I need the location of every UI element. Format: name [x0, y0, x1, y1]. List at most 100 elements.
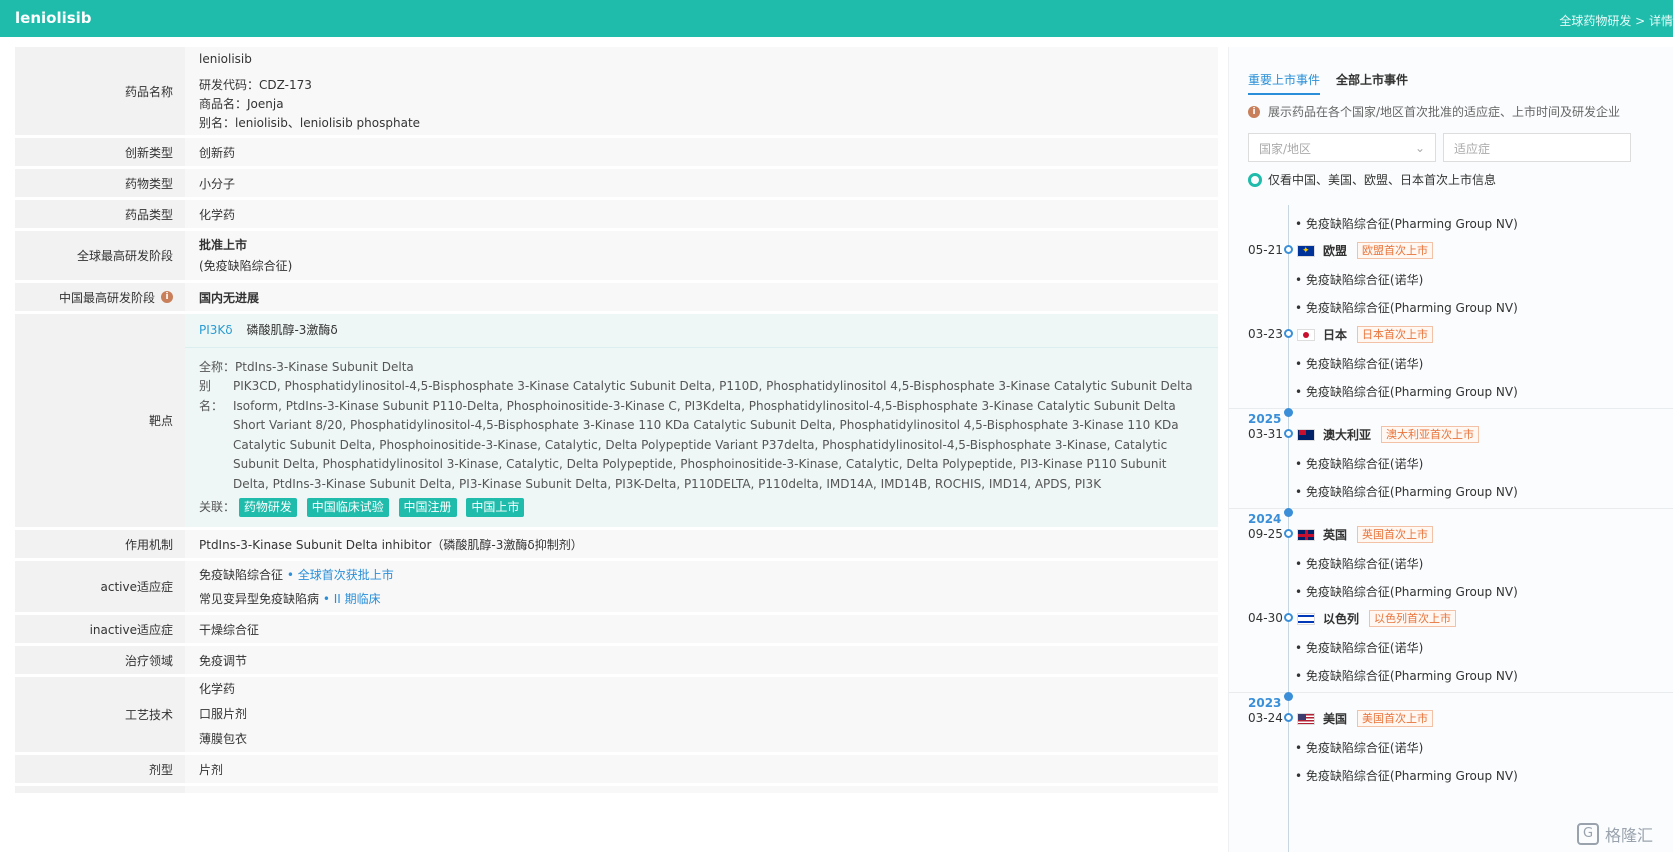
- event-company: • 免疫缺陷综合征(Pharming Group NV): [1295, 769, 1518, 783]
- year-label: 2025: [1248, 412, 1282, 426]
- major-markets-toggle[interactable]: 仅看中国、美国、欧盟、日本首次上市信息: [1248, 171, 1496, 188]
- event-date: 03-24: [1248, 711, 1283, 725]
- event-dot: [1284, 713, 1293, 722]
- top-bar: leniolisib 全球药物研发 > 详情: [0, 0, 1673, 37]
- year-divider: [1229, 692, 1673, 693]
- info-icon[interactable]: i: [161, 291, 173, 303]
- event-company: • 免疫缺陷综合征(Pharming Group NV): [1295, 585, 1518, 599]
- year-divider: [1229, 508, 1673, 509]
- first-launch-badge: 欧盟首次上市: [1357, 242, 1434, 259]
- indication-input[interactable]: 适应症: [1443, 133, 1631, 162]
- event-dot: [1284, 329, 1293, 338]
- tab-key-events[interactable]: 重要上市事件: [1248, 71, 1321, 95]
- target-link[interactable]: PI3Kδ: [199, 323, 233, 337]
- row-mechanism: 作用机制 PtdIns-3-Kinase Subunit Delta inhib…: [15, 530, 1218, 561]
- label: 剂型: [15, 755, 185, 785]
- launch-events-panel: 重要上市事件 全部上市事件 i 展示药品在各个国家/地区首次批准的适应症、上市时…: [1228, 47, 1673, 852]
- year-dot: [1284, 508, 1293, 517]
- row-therapy-area: 治疗领域 免疫调节: [15, 646, 1218, 677]
- watermark: G 格隆汇: [1576, 822, 1653, 846]
- launch-timeline: • 免疫缺陷综合征(Pharming Group NV) 05-21 ✦ 欧盟 …: [1229, 205, 1673, 852]
- event-country-il: 以色列 以色列首次上市: [1297, 610, 1457, 627]
- label: active适应症: [15, 561, 185, 614]
- year-dot: [1284, 692, 1293, 701]
- year-label: 2023: [1248, 696, 1282, 710]
- row-target: 靶点 PI3Kδ 磷酸肌醇-3激酶δ 全称：PtdIns-3-Kinase Su…: [15, 314, 1218, 530]
- first-launch-badge: 以色列首次上市: [1369, 610, 1457, 627]
- first-launch-badge: 日本首次上市: [1357, 326, 1434, 343]
- country-name: 日本: [1323, 328, 1348, 342]
- target-alias: PIK3CD, Phosphatidylinositol-4,5-Bisphos…: [233, 379, 1193, 491]
- event-company: • 免疫缺陷综合征(诺华): [1295, 457, 1424, 471]
- event-tabs: 重要上市事件 全部上市事件: [1248, 71, 1408, 95]
- row-china-phase: 中国最高研发阶段 i 国内无进展: [15, 283, 1218, 314]
- event-company: • 免疫缺陷综合征(Pharming Group NV): [1295, 669, 1518, 683]
- row-drug-name: 药品名称 leniolisib 研发代码：CDZ-173 商品名：Joenja …: [15, 47, 1218, 138]
- event-company: • 免疫缺陷综合征(诺华): [1295, 641, 1424, 655]
- phase-indication: (免疫缺陷综合征): [199, 258, 293, 273]
- radio-icon: [1248, 172, 1262, 187]
- event-date: 03-23: [1248, 327, 1283, 341]
- event-date: 04-30: [1248, 611, 1283, 625]
- label: 中国最高研发阶段 i: [15, 283, 185, 313]
- page-title: leniolisib: [15, 9, 92, 27]
- indication-status-link[interactable]: • 全球首次获批上市: [287, 568, 394, 582]
- chevron-down-icon: ⌄: [1414, 141, 1425, 155]
- target-fullname: 全称：PtdIns-3-Kinase Subunit Delta: [199, 360, 414, 374]
- row-drug-type: 药物类型 小分子: [15, 169, 1218, 200]
- phase-value: 批准上市: [199, 237, 248, 252]
- event-dot: [1284, 429, 1293, 438]
- australia-flag-icon: [1297, 428, 1315, 441]
- label: 药物类型: [15, 169, 185, 199]
- country-select[interactable]: 国家/地区 ⌄: [1248, 133, 1436, 162]
- event-country-uk: 英国 英国首次上市: [1297, 526, 1434, 543]
- row-dosage-form: 剂型 片剂: [15, 755, 1218, 786]
- drug-detail-table: 药品名称 leniolisib 研发代码：CDZ-173 商品名：Joenja …: [15, 47, 1218, 796]
- label: inactive适应症: [15, 615, 185, 645]
- uk-flag-icon: [1297, 528, 1315, 541]
- value: 化学药: [199, 682, 236, 696]
- breadcrumb[interactable]: 全球药物研发 > 详情: [1559, 12, 1673, 29]
- value: PtdIns-3-Kinase Subunit Delta inhibitor（…: [185, 530, 1218, 560]
- related-key: 关联：: [199, 500, 236, 514]
- event-date: 09-25: [1248, 527, 1283, 541]
- tag-cn-registration[interactable]: 中国注册: [398, 498, 457, 517]
- year-divider: [1229, 408, 1673, 409]
- event-date: 03-31: [1248, 427, 1283, 441]
- event-dot: [1284, 613, 1293, 622]
- year-dot: [1284, 408, 1293, 417]
- country-name: 澳大利亚: [1323, 428, 1372, 442]
- country-name: 以色列: [1323, 612, 1360, 626]
- event-country-au: 澳大利亚 澳大利亚首次上市: [1297, 426, 1480, 443]
- label: 治疗领域: [15, 646, 185, 676]
- event-date: 05-21: [1248, 243, 1283, 257]
- tag-cn-market[interactable]: 中国上市: [466, 498, 525, 517]
- country-name: 欧盟: [1323, 244, 1348, 258]
- gelonghui-logo-icon: G: [1576, 823, 1599, 845]
- label: 靶点: [15, 314, 185, 529]
- tag-drug-rd[interactable]: 药物研发: [238, 498, 297, 517]
- label: 药品名称: [15, 47, 185, 137]
- value: 免疫调节: [185, 646, 1218, 676]
- indication: 常见变异型免疫缺陷病: [199, 591, 320, 606]
- row-innovation: 创新类型 创新药: [15, 138, 1218, 169]
- label: 创新类型: [15, 138, 185, 168]
- tag-cn-trial[interactable]: 中国临床试验: [306, 498, 389, 517]
- japan-flag-icon: [1297, 328, 1315, 341]
- row-active-indication: active适应症 免疫缺陷综合征 • 全球首次获批上市 常见变异型免疫缺陷病 …: [15, 561, 1218, 615]
- value: 薄膜包衣: [199, 732, 248, 746]
- year-label: 2024: [1248, 512, 1282, 526]
- label: 全球最高研发阶段: [15, 231, 185, 282]
- select-placeholder: 国家/地区: [1259, 142, 1312, 156]
- row-inactive-indication: inactive适应症 干燥综合征: [15, 615, 1218, 646]
- indication-status-link[interactable]: • II 期临床: [323, 592, 381, 606]
- event-company: • 免疫缺陷综合征(Pharming Group NV): [1295, 217, 1518, 231]
- tab-all-events[interactable]: 全部上市事件: [1336, 71, 1408, 95]
- drug-alias: 别名：leniolisib、leniolisib phosphate: [199, 116, 421, 130]
- first-launch-badge: 澳大利亚首次上市: [1381, 426, 1480, 443]
- toggle-label: 仅看中国、美国、欧盟、日本首次上市信息: [1268, 173, 1497, 187]
- row-technology: 工艺技术 化学药 口服片剂 薄膜包衣: [15, 677, 1218, 755]
- event-dot: [1284, 529, 1293, 538]
- us-flag-icon: [1297, 712, 1315, 725]
- event-company: • 免疫缺陷综合征(诺华): [1295, 557, 1424, 571]
